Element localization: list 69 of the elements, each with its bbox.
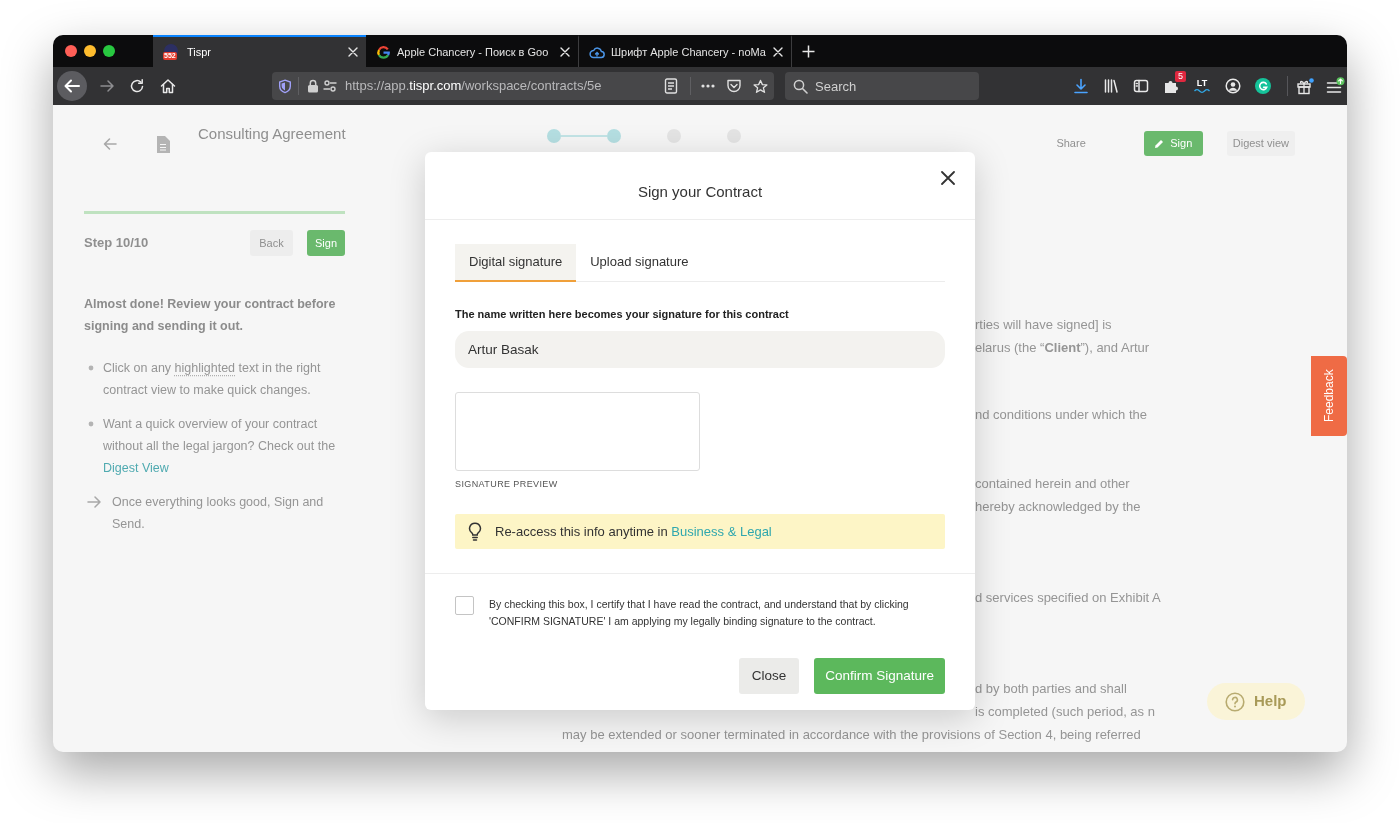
lt-extension-button[interactable]: LT [1193,79,1211,93]
back-icon[interactable] [57,71,87,101]
g-letter-icon [376,44,391,60]
bullet-icon [88,365,94,371]
document-icon [156,136,170,153]
close-tab-icon[interactable] [348,47,358,57]
minimize-window-icon[interactable] [84,45,96,57]
lock-icon[interactable] [307,79,319,93]
contract-text: nd conditions under which the [975,406,1147,424]
url-text[interactable]: https://app.tispr.com/workspace/contracts/5e [345,76,602,96]
step-counter: Step 10/10 [84,234,150,253]
contract-text: is completed (such period, as n [975,703,1155,721]
lightbulb-icon [468,522,482,541]
g-circle-icon[interactable] [1255,78,1271,94]
info-text: Re-access this info anytime in Business & Legal [495,522,772,541]
contract-text: rties will have signed] is [975,316,1112,334]
modal-title: Sign your Contract [637,182,763,203]
step-connector [561,135,607,137]
cloud-upload-icon [589,44,605,60]
document-title: Consulting Agreement [198,124,347,144]
address-bar[interactable]: https://app.tispr.com/workspace/contracts/5e [272,72,774,100]
field-label: The name written here becomes your signature for this contract [455,307,789,321]
sidebar-icon[interactable] [1133,78,1149,94]
zoom-window-icon[interactable] [103,45,115,57]
tip-text: Want a quick overview of your contract without all the legal jargon? Check out the Digest View [103,416,337,477]
download-icon[interactable] [1073,78,1089,94]
menu-icon[interactable] [1326,77,1345,95]
pencil-icon [1154,138,1165,149]
close-tab-icon[interactable] [773,47,783,57]
account-icon[interactable] [1225,78,1241,94]
question-circle-icon [1225,691,1245,712]
contract-text: hereby acknowledged by the [975,498,1141,516]
gift-icon[interactable] [1296,77,1314,95]
contract-text: elarus (the “Client”), and Artur [975,339,1150,357]
star-icon[interactable] [753,78,768,94]
wave-icon [1194,89,1210,93]
consent-text: By checking this box, I certify that I have read the contract, and understand that by clicking 'CONFIRM SIGNATURE' I am applying my legally binding signature to the contract. [489,597,910,629]
search-field[interactable]: Search [785,72,979,100]
tip-text: Click on any highlighted text in the right contract view to make quick changes. [103,360,322,399]
close-tab-icon[interactable] [560,47,570,57]
close-button[interactable]: Close [738,658,800,694]
new-tab-icon[interactable] [802,44,815,58]
close-window-icon[interactable] [65,45,77,57]
home-icon[interactable] [160,78,176,94]
forward-icon[interactable] [99,78,115,94]
bullet-icon [88,421,94,427]
shield-icon[interactable] [278,78,292,94]
consent-checkbox[interactable] [455,596,474,615]
signature-tab[interactable]: Digital signature [455,244,577,282]
intro-text: Almost done! Review your contract before signing and sending it out. [84,296,337,335]
contract-text: contained herein and other [975,475,1130,493]
signature-tab[interactable]: Upload signature [576,244,703,282]
library-icon[interactable] [1103,78,1119,94]
reload-icon[interactable] [129,78,145,94]
arrow-right-icon [87,496,101,508]
name-input[interactable]: Artur Basak [455,331,945,368]
close-icon[interactable] [941,171,955,185]
notification-badge: 5 [1175,71,1186,82]
contract-text: may be extended or sooner terminated in accordance with the provisions of Section 4, being referred [562,726,1141,744]
contract-text: d by both parties and shall [975,680,1127,698]
chevron-shield-icon[interactable] [727,79,741,93]
sliders-icon[interactable] [323,79,337,93]
search-icon [793,79,808,94]
contract-text: d services specified on Exhibit A [975,589,1161,607]
tip-text: Once everything looks good, Sign and Send. [112,494,325,533]
preview-caption: SIGNATURE PREVIEW [455,479,558,490]
more-dots-icon[interactable] [701,84,715,88]
reader-icon[interactable] [664,78,678,94]
puzzle-icon[interactable] [1163,78,1179,94]
